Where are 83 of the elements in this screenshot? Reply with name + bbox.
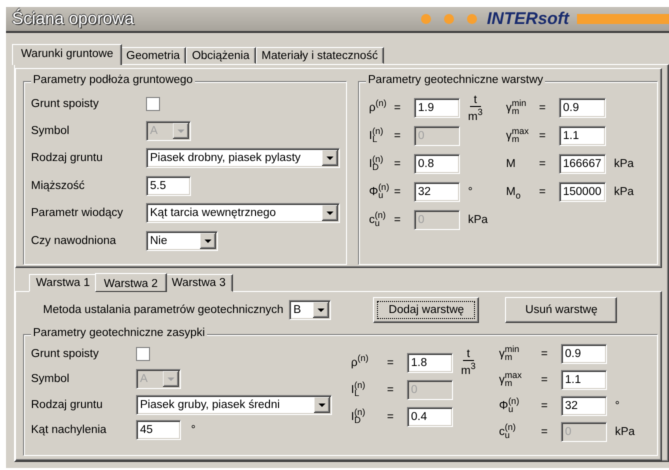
unit-label: t — [470, 94, 481, 106]
field-label: Symbol — [31, 125, 70, 138]
unit-label: m$^{3}$ — [461, 361, 476, 377]
equals-sign: = — [394, 186, 401, 198]
unit-label: kPa — [614, 158, 634, 170]
input-field[interactable]: 1.1 — [561, 370, 607, 390]
equals-sign: = — [541, 348, 548, 360]
group-title: Parametry geotechniczne warstwy — [366, 74, 546, 86]
input-field[interactable]: 5.5 — [146, 176, 191, 196]
tab[interactable]: Warstwa 1 — [29, 274, 97, 292]
input-field[interactable]: 32 — [561, 396, 607, 416]
dropdown[interactable]: Piasek gruby, piasek średni — [136, 394, 332, 415]
symbol-label: ρ$^{(n)}$ — [351, 356, 370, 368]
input-field[interactable]: 1.8 — [407, 352, 453, 372]
tab[interactable]: Warstwa 2 — [94, 273, 167, 292]
unit-label: kPa — [614, 186, 634, 198]
field-label: Parametr wiodący — [31, 207, 124, 220]
field-label: Grunt spoisty — [31, 348, 100, 360]
input-field[interactable]: 0.4 — [407, 406, 453, 426]
symbol-label: M$_{o}$ — [506, 186, 522, 198]
unit-label: ° — [615, 400, 620, 412]
equals-sign: = — [394, 214, 401, 226]
tab[interactable]: Geometria — [120, 47, 186, 64]
tab[interactable]: Materiały i stateczność — [256, 47, 384, 64]
equals-sign: = — [541, 426, 548, 438]
field-label: Miąższość — [31, 180, 86, 192]
field-label: Kąt nachylenia — [31, 424, 108, 436]
field-label: Rodzaj gruntu — [31, 152, 104, 164]
equals-sign: = — [539, 186, 546, 198]
field-label: Rodzaj gruntu — [31, 398, 104, 411]
field-label: Metoda ustalania parametrów geotechnicznych — [43, 304, 284, 316]
unit-label: ° — [468, 186, 473, 198]
button[interactable]: Usuń warstwę — [505, 297, 618, 323]
equals-sign: = — [541, 374, 548, 386]
checkbox[interactable] — [136, 346, 150, 361]
group-title: Parametry geotechniczne zasypki — [31, 327, 207, 339]
equals-sign: = — [541, 400, 548, 412]
symbol-label: M — [506, 158, 517, 170]
dots-icon — [420, 14, 477, 24]
input-field[interactable]: 32 — [414, 182, 460, 202]
equals-sign: = — [539, 102, 546, 114]
tab[interactable]: Warstwa 3 — [164, 274, 233, 292]
unit-label: kPa — [468, 214, 488, 226]
caret-icon[interactable] — [200, 232, 216, 249]
input-field[interactable]: 0.9 — [561, 344, 607, 364]
window-title: Ściana oporowa — [12, 9, 135, 29]
brand-logo: INTERsoft — [486, 9, 569, 29]
equals-sign: = — [387, 384, 394, 396]
input-field[interactable]: 0.8 — [414, 154, 460, 174]
unit-label: m$^{3}$ — [468, 106, 483, 122]
input-field[interactable]: 1.1 — [559, 126, 606, 146]
symbol-label: ρ$^{(n)}$ — [369, 102, 388, 114]
tab[interactable]: Obciążenia — [186, 47, 256, 64]
group-title: Parametry podłoża gruntowego — [31, 74, 195, 86]
checkbox[interactable] — [146, 96, 160, 111]
unit-label: ° — [191, 424, 196, 436]
dropdown[interactable]: Nie — [146, 230, 218, 251]
equals-sign: = — [394, 130, 401, 142]
caret-icon[interactable] — [322, 150, 338, 166]
equals-sign: = — [539, 130, 546, 142]
caret-icon[interactable] — [322, 205, 338, 222]
equals-sign: = — [539, 158, 546, 170]
field-label: Symbol — [31, 373, 70, 386]
dropdown[interactable]: B — [289, 300, 332, 320]
equals-sign: = — [394, 102, 401, 114]
caret-icon[interactable] — [314, 396, 330, 413]
equals-sign: = — [387, 410, 394, 422]
input-field[interactable]: 45 — [136, 420, 181, 440]
unit-label: t — [462, 348, 474, 361]
button[interactable]: Dodaj warstwę — [373, 297, 480, 323]
input-field[interactable]: 150000 — [559, 182, 606, 202]
input-field[interactable]: 0.9 — [559, 98, 606, 118]
input-field[interactable]: 1.9 — [414, 98, 460, 118]
equals-sign: = — [387, 356, 394, 368]
field-label: Grunt spoisty — [31, 98, 100, 110]
caret-icon[interactable] — [313, 302, 330, 318]
unit-label: kPa — [615, 426, 635, 438]
input-field[interactable]: 166667 — [559, 154, 606, 174]
field-label: Czy nawodniona — [31, 234, 118, 247]
dropdown[interactable]: Kąt tarcia wewnętrznego — [146, 203, 340, 224]
equals-sign: = — [394, 158, 401, 170]
dropdown[interactable]: Piasek drobny, piasek pylasty — [146, 148, 340, 168]
tab[interactable]: Warunki gruntowe — [12, 44, 122, 65]
